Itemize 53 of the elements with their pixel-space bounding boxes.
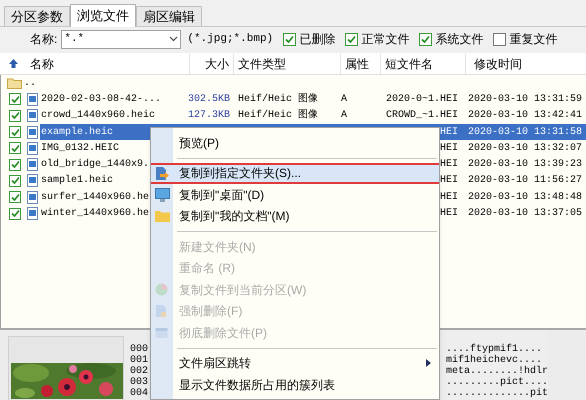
short-file-name: HEI [438, 190, 459, 205]
file-attribute: A [340, 92, 348, 107]
ascii-dump-line: ..............pit [446, 388, 548, 399]
hex-offset: 001 [130, 355, 148, 366]
modified-time: 2020-03-10 13:31:59 [467, 92, 584, 107]
file-type: Heif/Heic 图像 [237, 108, 320, 124]
menu-item-label: 重命名 (R) [179, 260, 236, 278]
ascii-dump-line: meta........!hdlr [446, 366, 548, 377]
file-size: 127.3KB [186, 109, 230, 124]
checkbox-label: 重复文件 [509, 31, 558, 48]
menu-item-label: 复制到"桌面"(D) [179, 186, 266, 204]
file-size: 302.5KB [186, 92, 230, 107]
menu-item-label: 文件扇区跳转 [179, 355, 252, 372]
ascii-dump-line: mif1heichevc.... [446, 355, 542, 366]
menu-item-label: 预览(P) [179, 134, 220, 152]
file-name: crowd_1440x960.heic [40, 108, 156, 124]
hint-text: (*.jpg;*.bmp) [187, 32, 274, 47]
short-file-name: HEI [438, 158, 459, 172]
menu-item-label: 复制到"我的文档"(M) [179, 208, 291, 226]
short-file-name: HEI [438, 207, 459, 222]
menu-item-label: 强制删除(F) [179, 303, 244, 320]
file-name: 2020-02-03-08-42-... [40, 92, 162, 107]
hex-offset: 000 [130, 344, 148, 355]
short-file-name: CROWD_~1.HEI [384, 109, 459, 124]
menu-item-label: 新建文件夹(N) [179, 238, 257, 256]
file-type: Heif/Heic 图像 [237, 92, 320, 107]
file-name: example.heic [40, 126, 114, 140]
menu-item-label: 彻底删除文件(P) [179, 324, 268, 342]
modified-time: 2020-03-10 13:39:23 [467, 158, 584, 172]
menu-item-label: 复制到指定文件夹(S)... [179, 165, 302, 182]
short-file-name: HEI [438, 126, 459, 140]
checkbox-label: 正常文件 [361, 31, 410, 48]
menu-item-label: 显示文件数据所占用的簇列表 [179, 376, 336, 394]
hex-offset: 003 [130, 377, 148, 388]
ascii-dump-line: .........pict.... [446, 377, 548, 388]
modified-time: 2020-03-10 13:32:07 [467, 142, 584, 156]
checkbox-label: 已删除 [299, 31, 336, 48]
short-file-name: HEI [438, 174, 459, 188]
menu-item-label: 复制文件到当前分区(W) [179, 282, 308, 299]
checkbox-label: 系统文件 [435, 31, 484, 48]
file-attribute: A [340, 109, 348, 124]
field-label: 名称: [30, 31, 58, 48]
hex-offset: 002 [130, 366, 148, 377]
modified-time: 2020-03-10 13:42:41 [467, 109, 584, 124]
modified-time: 2020-03-10 13:37:05 [467, 207, 584, 222]
modified-time: 2020-03-10 11:56:27 [467, 174, 584, 188]
ascii-dump-line: ....ftypmif1.... [446, 344, 544, 355]
modified-time: 2020-03-10 13:31:58 [467, 126, 584, 140]
file-name: old_bridge_1440x9. [40, 158, 150, 172]
modified-time: 2020-03-10 13:48:48 [467, 190, 584, 205]
short-file-name: HEI [438, 142, 459, 156]
hex-offset: 004 [130, 388, 148, 399]
short-file-name: 2020-0~1.HEI [384, 92, 459, 107]
